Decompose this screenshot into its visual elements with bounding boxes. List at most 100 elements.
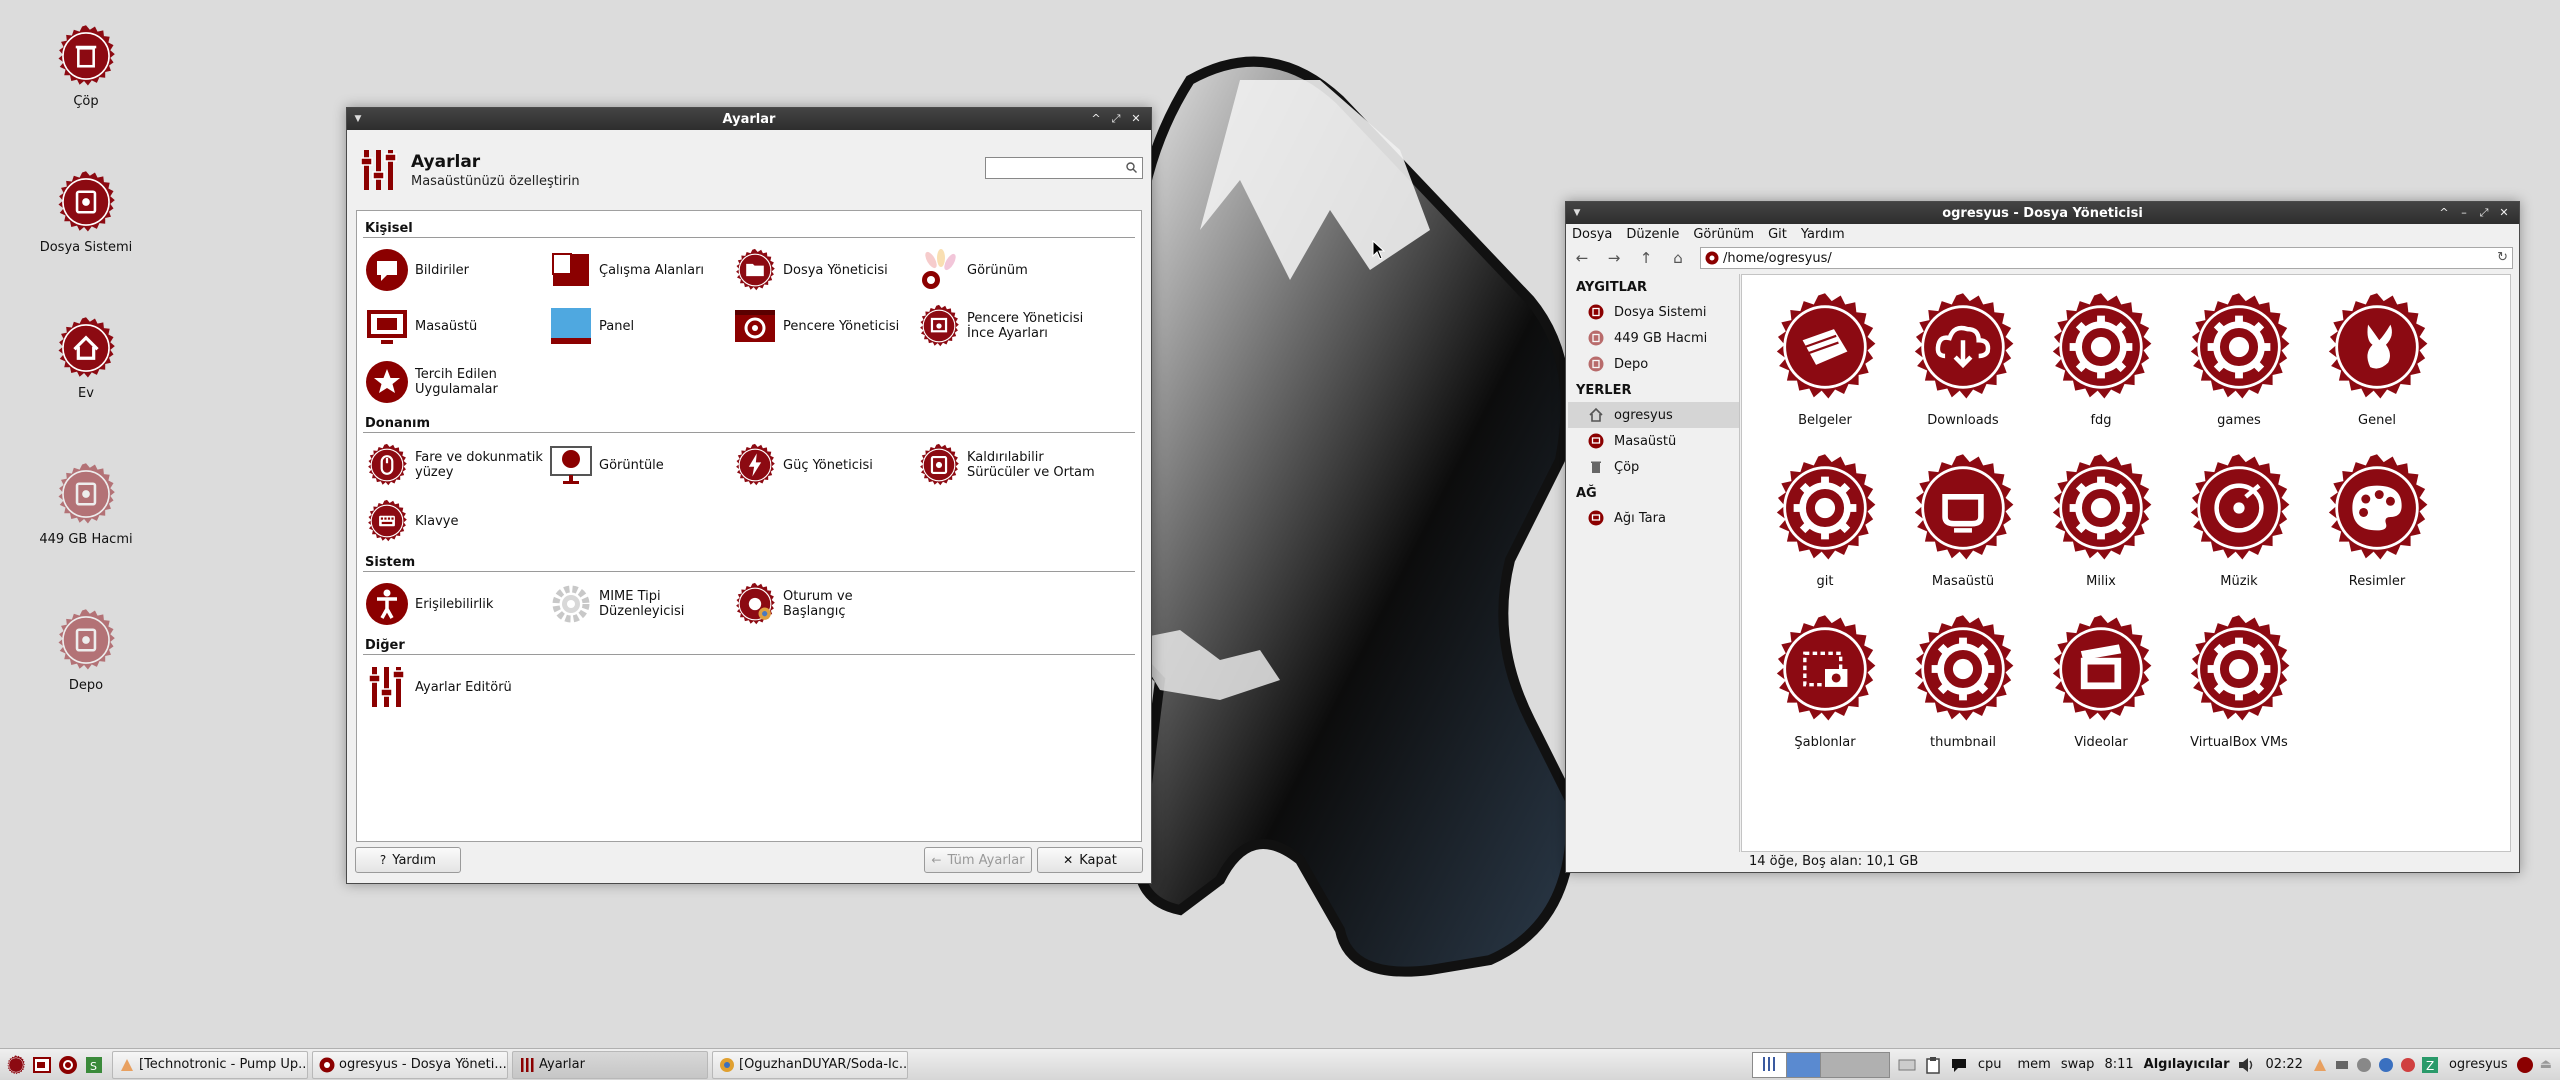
folder-item[interactable]: Müzik [2170,452,2308,596]
folder-item[interactable]: Resimler [2308,452,2446,596]
settings-item-session[interactable]: Oturum ve Başlangıç [731,576,915,632]
launcher-settings[interactable] [58,1055,78,1075]
sidebar-item-home[interactable]: ogresyus [1568,402,1739,428]
mem-monitor[interactable]: mem [2017,1057,2050,1072]
task-audio-player[interactable]: [Technotronic - Pump Up... [112,1050,308,1079]
all-settings-button[interactable]: ← Tüm Ayarlar [924,847,1032,873]
desktop-icon-volume[interactable]: 449 GB Hacmi [24,462,148,547]
close-button[interactable]: ✕ [1129,112,1143,126]
close-button[interactable]: ✕ [2497,206,2511,220]
window-menu-button[interactable]: ▼ [347,114,369,124]
settings-item-preferred-apps[interactable]: Tercih Edilen Uygulamalar [363,354,547,410]
menu-edit[interactable]: Düzenle [1626,227,1679,242]
folder-item[interactable]: Downloads [1894,291,2032,435]
folder-item[interactable]: fdg [2032,291,2170,435]
settings-item-notifications[interactable]: Bildiriler [363,242,547,298]
folder-item[interactable]: Videolar [2032,613,2170,757]
close-settings-button[interactable]: ✕ Kapat [1037,847,1143,873]
eject-icon[interactable]: ⏏ [2540,1057,2552,1072]
settings-item-mouse[interactable]: Fare ve dokunmatik yüzey [363,437,547,493]
folder-item[interactable]: Masaüstü [1894,452,2032,596]
settings-item-panel[interactable]: Panel [547,298,731,354]
menu-help[interactable]: Yardım [1801,227,1845,242]
update-icon[interactable] [2377,1056,2395,1074]
settings-item-file-manager[interactable]: Dosya Yöneticisi [731,242,915,298]
battery-icon[interactable] [2333,1056,2351,1074]
sidebar-item-browse-network[interactable]: Ağı Tara [1568,505,1739,531]
username[interactable]: ogresyus [2449,1057,2508,1072]
folder-item[interactable]: Şablonlar [1756,613,1894,757]
folder-item[interactable]: Genel [2308,291,2446,435]
security-icon[interactable] [2399,1056,2417,1074]
workspace-2[interactable] [1786,1052,1821,1077]
sidebar-item-filesystem[interactable]: Dosya Sistemi [1568,299,1739,325]
menu-go[interactable]: Git [1768,227,1787,242]
settings-item-removable-drives[interactable]: Kaldırılabilir Sürücüler ve Ortam [915,437,1099,493]
menu-file[interactable]: Dosya [1572,227,1612,242]
location-bar[interactable]: /home/ogresyus/ ↻ [1700,247,2513,269]
desktop-icon-depo[interactable]: Depo [24,608,148,693]
maximize-button[interactable]: ⤢ [1109,112,1123,126]
sidebar-item-depo[interactable]: Depo [1568,351,1739,377]
settings-item-display[interactable]: Görüntüle [547,437,731,493]
folder-item[interactable]: git [1756,452,1894,596]
sensors-label[interactable]: Algılayıcılar [2144,1057,2230,1072]
window-titlebar[interactable]: ▼ ogresyus - Dosya Yöneticisi ^ – ⤢ ✕ [1566,202,2519,224]
task-file-manager[interactable]: ogresyus - Dosya Yöneti... [312,1050,508,1079]
launcher-app[interactable]: S [84,1055,104,1075]
workspace-1[interactable] [1752,1052,1787,1077]
settings-item-mime-editor[interactable]: MIME Tipi Düzenleyicisi [547,576,731,632]
sidebar-item-trash[interactable]: Çöp [1568,454,1739,480]
settings-item-window-manager[interactable]: Pencere Yöneticisi [731,298,915,354]
clipboard-icon[interactable] [1924,1056,1942,1074]
folder-item[interactable]: Belgeler [1756,291,1894,435]
desktop-icon-home[interactable]: Ev [24,316,148,401]
menu-view[interactable]: Görünüm [1693,227,1754,242]
workspace-3[interactable] [1820,1052,1889,1077]
workspace-pager[interactable] [1751,1051,1890,1078]
settings-item-desktop[interactable]: Masaüstü [363,298,547,354]
reload-icon[interactable]: ↻ [2497,250,2508,265]
settings-item-workspaces[interactable]: Çalışma Alanları [547,242,731,298]
sidebar-item-desktop[interactable]: Masaüstü [1568,428,1739,454]
task-browser[interactable]: [OguzhanDUYAR/Soda-Ic... [712,1050,908,1079]
settings-item-power[interactable]: Güç Yöneticisi [731,437,915,493]
settings-item-settings-editor[interactable]: Ayarlar Editörü [363,659,547,715]
window-menu-button[interactable]: ▼ [1566,208,1588,218]
task-settings[interactable]: Ayarlar [512,1050,708,1079]
settings-item-window-tweaks[interactable]: Pencere Yöneticisi İnce Ayarları [915,298,1099,354]
swap-monitor[interactable]: swap [2061,1057,2095,1072]
volume-icon[interactable] [2237,1056,2255,1074]
maximize-button[interactable]: ⤢ [2477,206,2491,220]
notification-tray-icon[interactable] [1950,1056,1968,1074]
cpu-monitor[interactable]: cpu [1978,1057,2002,1072]
shade-button[interactable]: ^ [1089,112,1103,126]
network-tray-icon[interactable] [2355,1056,2373,1074]
folder-item[interactable]: Milix [2032,452,2170,596]
help-button[interactable]: ? Yardım [355,847,461,873]
desktop-icon-trash[interactable]: Çöp [24,24,148,109]
home-icon[interactable]: ⌂ [1668,248,1688,268]
z-app-icon[interactable]: Z [2421,1056,2439,1074]
folder-item[interactable]: games [2170,291,2308,435]
settings-item-accessibility[interactable]: Erişilebilirlik [363,576,547,632]
minimize-button[interactable]: – [2457,206,2471,220]
back-arrow-icon[interactable]: ← [1572,248,1592,268]
folder-item[interactable]: VirtualBox VMs [2170,613,2308,757]
tray-app-icon[interactable] [2311,1056,2329,1074]
forward-arrow-icon[interactable]: → [1604,248,1624,268]
up-arrow-icon[interactable]: ↑ [1636,248,1656,268]
settings-item-keyboard[interactable]: Klavye [363,493,547,549]
app-menu-button[interactable] [6,1055,26,1075]
shade-button[interactable]: ^ [2437,206,2451,220]
sidebar-item-volume[interactable]: 449 GB Hacmi [1568,325,1739,351]
desktop-icon-filesystem[interactable]: Dosya Sistemi [24,170,148,255]
settings-item-appearance[interactable]: Görünüm [915,242,1099,298]
user-menu-icon[interactable] [2516,1056,2534,1074]
keyboard-tray-icon[interactable] [1898,1056,1916,1074]
settings-search-input[interactable] [985,157,1143,179]
window-titlebar[interactable]: ▼ Ayarlar ^ ⤢ ✕ [347,108,1151,130]
folder-item[interactable]: thumbnail [1894,613,2032,757]
clock[interactable]: 02:22 [2265,1057,2302,1072]
launcher-terminal[interactable] [32,1055,52,1075]
